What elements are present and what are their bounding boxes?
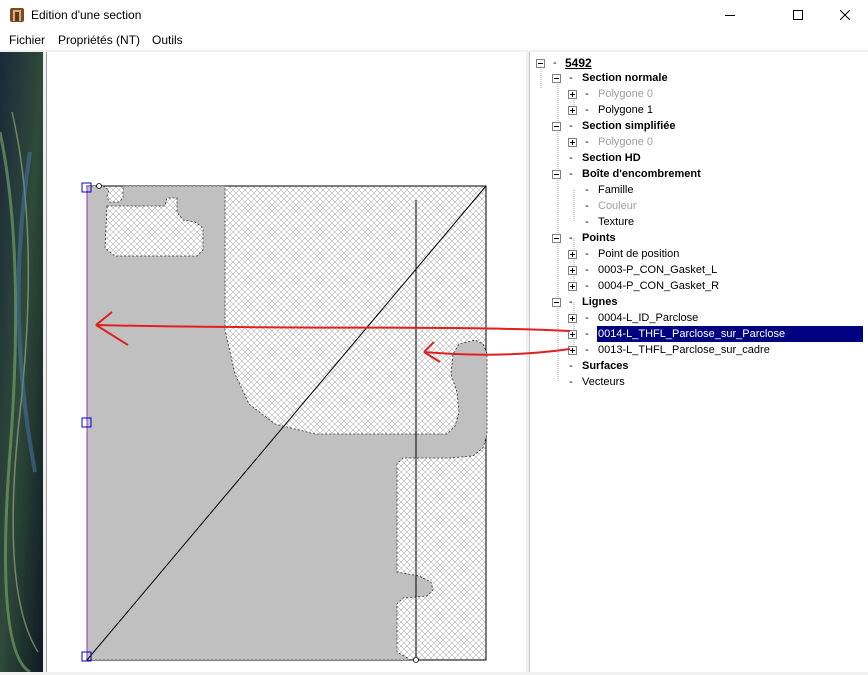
annotation-arrow-2 <box>423 348 571 356</box>
arrow-head-icon <box>95 311 129 346</box>
annotation-overlay <box>95 311 571 363</box>
annotation-arrow-1 <box>95 324 571 332</box>
